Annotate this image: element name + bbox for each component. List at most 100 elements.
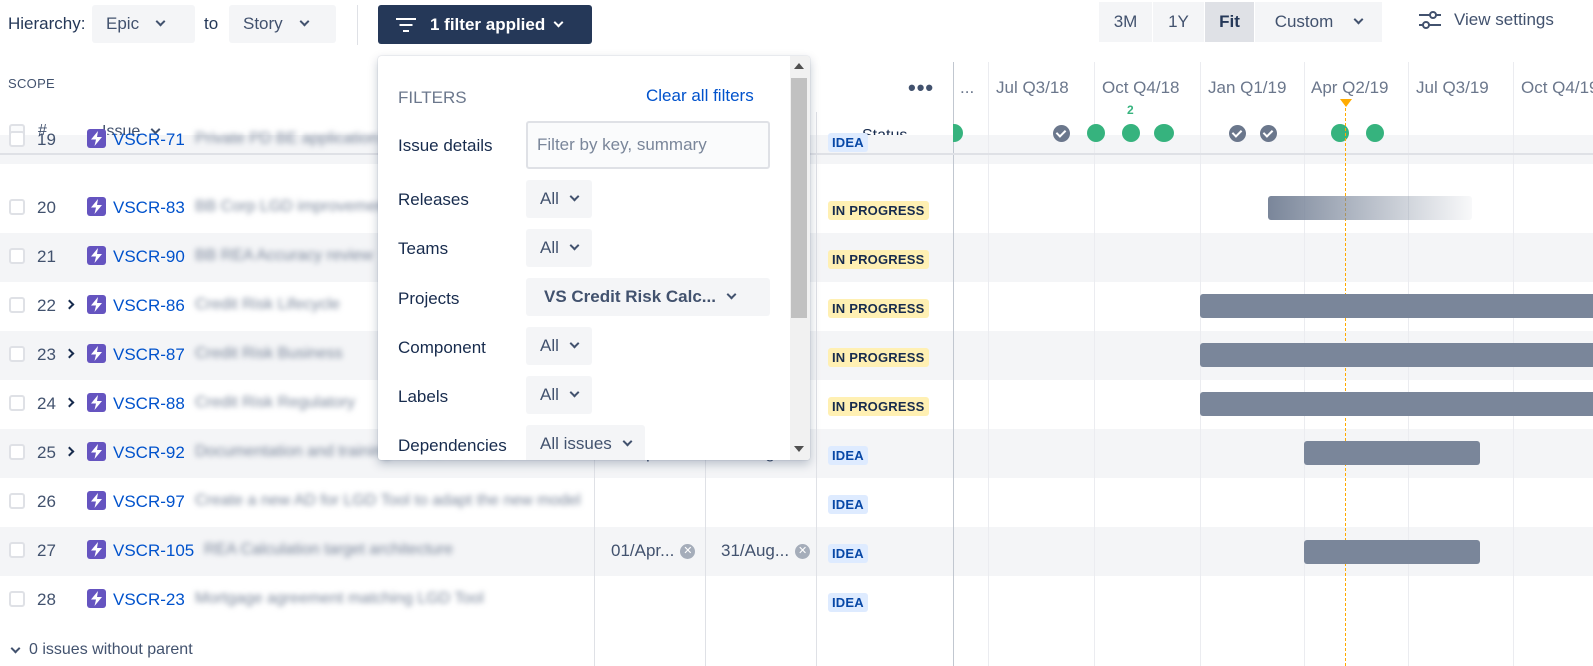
expand-chevron-icon[interactable] — [64, 348, 75, 359]
epic-icon — [87, 491, 106, 510]
release-milestone[interactable] — [1331, 124, 1349, 142]
column-divider[interactable] — [816, 112, 817, 666]
issue-key-link[interactable]: VSCR-97 — [113, 492, 185, 512]
schedule-bar[interactable] — [1200, 392, 1593, 416]
release-milestone[interactable] — [1122, 124, 1140, 142]
schedule-bar[interactable] — [1304, 441, 1480, 465]
filter-button[interactable]: 1 filter applied — [378, 5, 592, 44]
scroll-up-icon[interactable] — [794, 63, 804, 69]
status-badge: IDEA — [828, 593, 868, 612]
status-badge: IDEA — [828, 133, 868, 152]
table-row[interactable]: 26 VSCR-97 Create a new AD for LGD Tool … — [0, 478, 1593, 527]
due-date[interactable]: 31/Aug... ✕ — [721, 541, 811, 561]
status-badge: IN PROGRESS — [828, 348, 929, 367]
column-divider[interactable] — [705, 460, 706, 666]
hierarchy-from-dropdown[interactable]: Epic — [92, 5, 195, 43]
release-milestone[interactable] — [1366, 124, 1384, 142]
chevron-down-icon — [569, 240, 580, 251]
row-number: 22 — [37, 296, 56, 315]
zoom-custom-dropdown[interactable]: Custom — [1255, 2, 1382, 42]
teams-dropdown[interactable]: All — [526, 229, 592, 267]
row-checkbox[interactable] — [9, 248, 25, 264]
row-checkbox[interactable] — [9, 591, 25, 607]
quarter-label: ... — [960, 78, 975, 97]
issue-summary: BB Corp LGD improvement — [195, 198, 390, 215]
scroll-down-icon[interactable] — [794, 446, 804, 452]
table-row[interactable]: 28 VSCR-23 Mortgage agreement matching L… — [0, 576, 1593, 625]
chevron-down-icon — [569, 191, 580, 202]
expand-chevron-icon[interactable] — [64, 397, 75, 408]
chevron-down-icon — [10, 643, 21, 653]
release-milestone[interactable] — [1154, 124, 1174, 142]
issue-key-link[interactable]: VSCR-88 — [113, 394, 185, 414]
issue-key-link[interactable]: VSCR-23 — [113, 590, 185, 610]
row-checkbox[interactable] — [9, 444, 25, 460]
schedule-bar[interactable] — [1200, 343, 1593, 367]
issue-summary: Private PD BE application — [195, 130, 379, 147]
zoom-fit-button[interactable]: Fit — [1205, 2, 1254, 42]
component-dropdown[interactable]: All — [526, 327, 592, 365]
releases-dropdown[interactable]: All — [526, 180, 592, 218]
issue-key-link[interactable]: VSCR-71 — [113, 130, 185, 150]
dependencies-label: Dependencies — [398, 436, 507, 455]
expand-chevron-icon[interactable] — [64, 299, 75, 310]
quarter-label: Apr Q2/19 — [1311, 78, 1389, 97]
status-badge: IDEA — [828, 446, 868, 465]
schedule-bar[interactable] — [1200, 294, 1593, 318]
row-number: 26 — [37, 492, 56, 511]
status-badge: IN PROGRESS — [828, 201, 929, 220]
chevron-down-icon — [569, 387, 580, 398]
row-checkbox[interactable] — [9, 395, 25, 411]
issue-key-link[interactable]: VSCR-105 — [113, 541, 194, 561]
chevron-down-icon — [1353, 14, 1364, 25]
clear-date-icon[interactable]: ✕ — [795, 543, 811, 559]
clear-date-icon[interactable]: ✕ — [680, 543, 696, 559]
schedule-bar[interactable] — [1304, 540, 1480, 564]
released-milestone[interactable] — [1260, 125, 1277, 142]
released-milestone[interactable] — [1229, 125, 1246, 142]
row-checkbox[interactable] — [9, 131, 25, 147]
view-settings-button[interactable]: View settings — [1418, 10, 1554, 30]
more-options-icon[interactable]: ••• — [908, 75, 934, 101]
projects-dropdown[interactable]: VS Credit Risk Calc... — [526, 278, 770, 316]
toolbar: Hierarchy: Epic to Story 1 filter applie… — [0, 0, 1593, 52]
issue-key-link[interactable]: VSCR-92 — [113, 443, 185, 463]
zoom-1y-button[interactable]: 1Y — [1153, 2, 1204, 42]
zoom-3m-button[interactable]: 3M — [1099, 2, 1152, 42]
issue-key-link[interactable]: VSCR-87 — [113, 345, 185, 365]
zoom-custom-label: Custom — [1274, 12, 1334, 31]
epic-icon — [87, 246, 106, 265]
labels-dropdown[interactable]: All — [526, 376, 592, 414]
epic-icon — [87, 589, 106, 608]
start-date[interactable]: 01/Apr... ✕ — [611, 541, 696, 561]
expand-chevron-icon[interactable] — [64, 446, 75, 457]
row-checkbox[interactable] — [9, 542, 25, 558]
released-milestone[interactable] — [1053, 125, 1070, 142]
issue-key-link[interactable]: VSCR-86 — [113, 296, 185, 316]
to-label: to — [204, 14, 219, 33]
hierarchy-to-dropdown[interactable]: Story — [229, 5, 336, 43]
schedule-bar[interactable] — [1268, 196, 1472, 220]
issue-key-link[interactable]: VSCR-83 — [113, 198, 185, 218]
row-checkbox[interactable] — [9, 493, 25, 509]
dependencies-dropdown[interactable]: All issues — [526, 425, 645, 460]
row-number: 21 — [37, 247, 56, 266]
clear-all-filters-link[interactable]: Clear all filters — [646, 86, 754, 106]
issues-without-parent-toggle[interactable]: 0 issues without parent — [10, 641, 193, 659]
today-marker-line — [1345, 103, 1346, 666]
row-checkbox[interactable] — [9, 346, 25, 362]
row-checkbox[interactable] — [9, 297, 25, 313]
divider — [357, 5, 358, 45]
issue-details-input[interactable] — [526, 121, 770, 169]
scrollbar-thumb[interactable] — [791, 78, 807, 318]
milestone-count: 2 — [1127, 103, 1134, 117]
issue-key-link[interactable]: VSCR-90 — [113, 247, 185, 267]
due-date-value: 31/Aug... — [721, 541, 790, 560]
quarter-label: Oct Q4/19 — [1521, 78, 1593, 97]
row-number: 28 — [37, 590, 56, 609]
row-checkbox[interactable] — [9, 199, 25, 215]
releases-value: All — [540, 189, 559, 208]
release-milestone[interactable] — [1087, 124, 1105, 142]
filter-icon — [396, 17, 416, 33]
column-divider[interactable] — [594, 460, 595, 666]
